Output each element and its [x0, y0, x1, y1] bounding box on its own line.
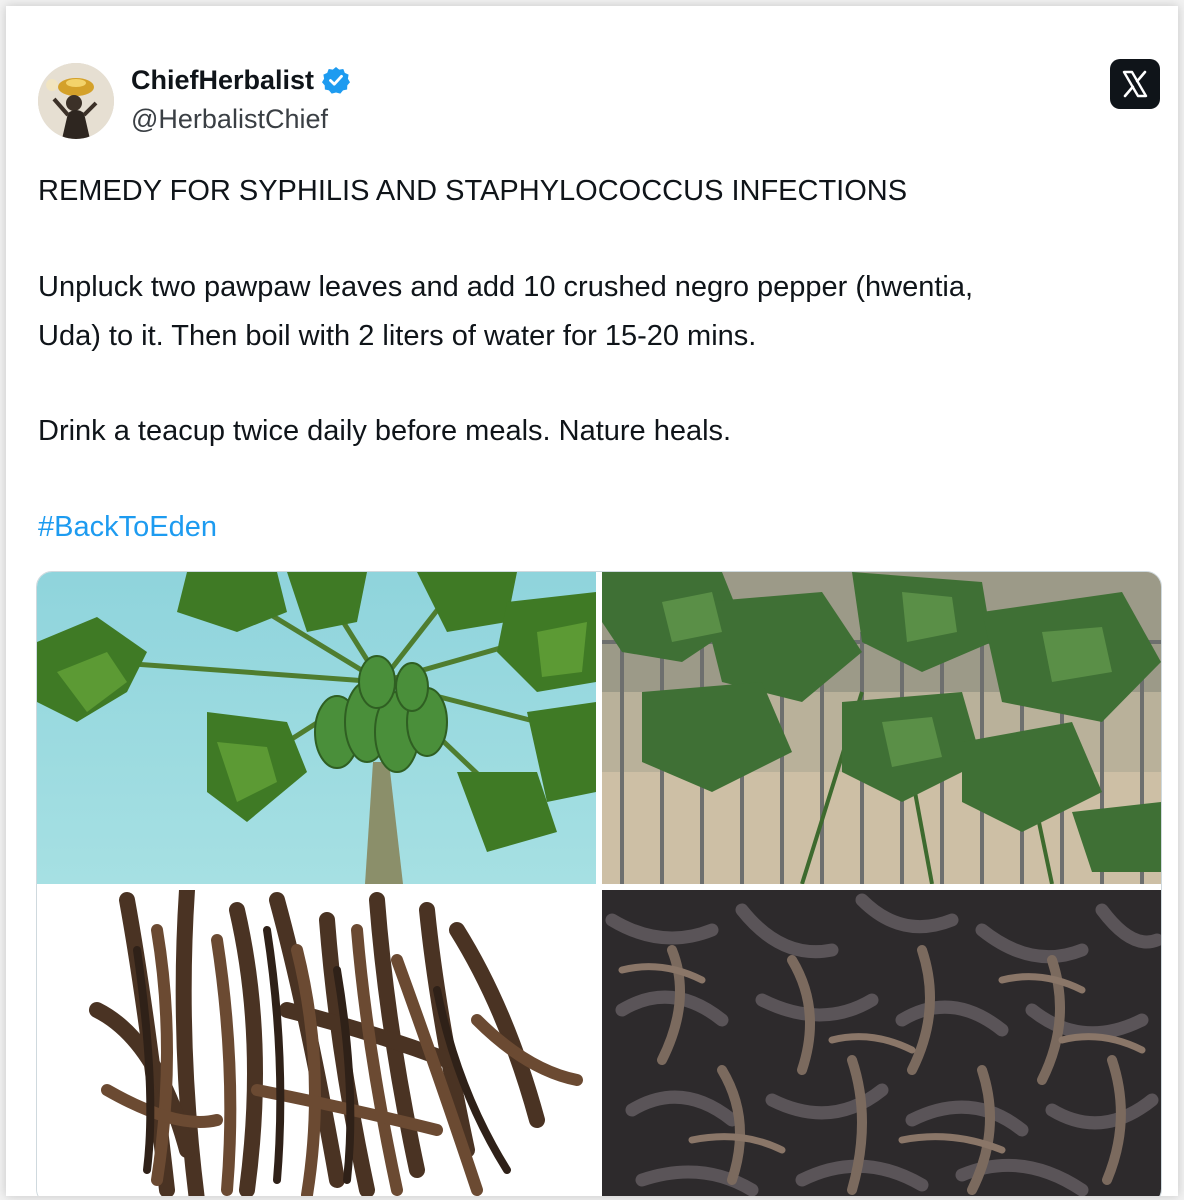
post-title: REMEDY FOR SYPHILIS AND STAPHYLOCOCCUS I…: [38, 175, 908, 207]
post-body-line-3: Drink a teacup twice daily before meals.…: [38, 415, 732, 447]
author-name-row: ChiefHerbalist: [131, 63, 351, 97]
author-handle[interactable]: @HerbalistChief: [131, 104, 328, 135]
author-avatar[interactable]: [38, 63, 114, 139]
negro-pepper-white-background-photo[interactable]: [37, 890, 596, 1196]
post-body-line-1: Unpluck two pawpaw leaves and add 10 cru…: [38, 271, 974, 303]
hashtag-link[interactable]: #BackToEden: [38, 503, 217, 551]
papaya-tree-photo[interactable]: [37, 572, 596, 884]
pawpaw-leaves-photo[interactable]: [602, 572, 1161, 884]
herbalist-avatar-icon: [38, 63, 114, 139]
author-display-name[interactable]: ChiefHerbalist: [131, 65, 314, 96]
x-logo-icon[interactable]: [1110, 59, 1160, 109]
verified-badge-icon: [322, 66, 351, 94]
media-grid: [36, 571, 1162, 1196]
post-body-line-2: Uda) to it. Then boil with 2 liters of w…: [38, 320, 757, 352]
negro-pepper-pile-photo[interactable]: [602, 890, 1161, 1196]
tweet-card: ChiefHerbalist @HerbalistChief REMEDY FO…: [6, 6, 1178, 1196]
